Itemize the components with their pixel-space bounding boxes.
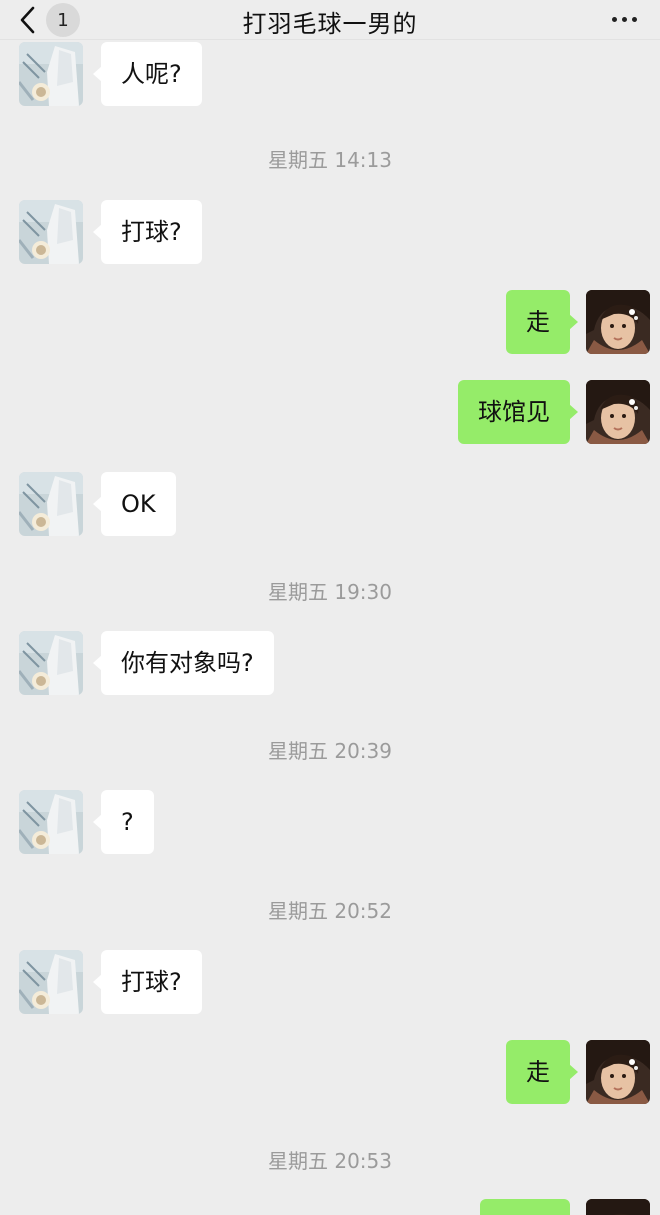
contact-avatar-image [19,472,83,536]
incoming-message-bubble[interactable]: 打球? [93,200,202,264]
user-avatar-image [586,380,650,444]
user-avatar[interactable] [586,1199,650,1215]
contact-avatar-image [19,42,83,106]
chat-header: 1 打羽毛球一男的 [0,0,660,40]
incoming-message-bubble[interactable]: 你有对象吗? [93,631,274,695]
more-dots-icon [621,16,627,22]
incoming-message-bubble[interactable]: 打球? [93,950,202,1014]
more-dots-icon [611,16,617,22]
contact-avatar[interactable] [19,631,83,695]
contact-avatar[interactable] [19,472,83,536]
user-avatar-image [586,1040,650,1104]
contact-avatar[interactable] [19,950,83,1014]
contact-avatar-image [19,790,83,854]
user-avatar-image [586,1199,650,1215]
outgoing-message-bubble[interactable] [480,1199,570,1215]
contact-avatar[interactable] [19,42,83,106]
user-avatar-image [586,290,650,354]
more-dots-icon [631,16,637,22]
contact-avatar[interactable] [19,790,83,854]
timestamp: 星期五 20:52 [268,899,392,923]
timestamp: 星期五 20:39 [268,739,392,763]
user-avatar[interactable] [586,380,650,444]
contact-avatar-image [19,200,83,264]
chat-title: 打羽毛球一男的 [242,10,418,38]
incoming-message-bubble[interactable]: ? [93,790,154,854]
message-row [0,1199,660,1215]
contact-avatar-image [19,950,83,1014]
outgoing-message-bubble[interactable]: 走 [506,290,578,354]
contact-avatar[interactable] [19,200,83,264]
incoming-message-bubble[interactable]: OK [93,472,176,536]
message-list[interactable]: 人呢? 星期五 14:13 打球? 走 球馆见 OK 星期五 19:30 你有对… [0,0,660,1215]
user-avatar[interactable] [586,290,650,354]
more-options-button[interactable] [606,6,642,32]
user-avatar[interactable] [586,1040,650,1104]
timestamp: 星期五 14:13 [268,148,392,172]
timestamp: 星期五 20:53 [268,1149,392,1173]
outgoing-message-bubble[interactable]: 走 [506,1040,578,1104]
outgoing-message-bubble[interactable]: 球馆见 [458,380,578,444]
incoming-message-bubble[interactable]: 人呢? [93,42,202,106]
timestamp: 星期五 19:30 [268,580,392,604]
contact-avatar-image [19,631,83,695]
